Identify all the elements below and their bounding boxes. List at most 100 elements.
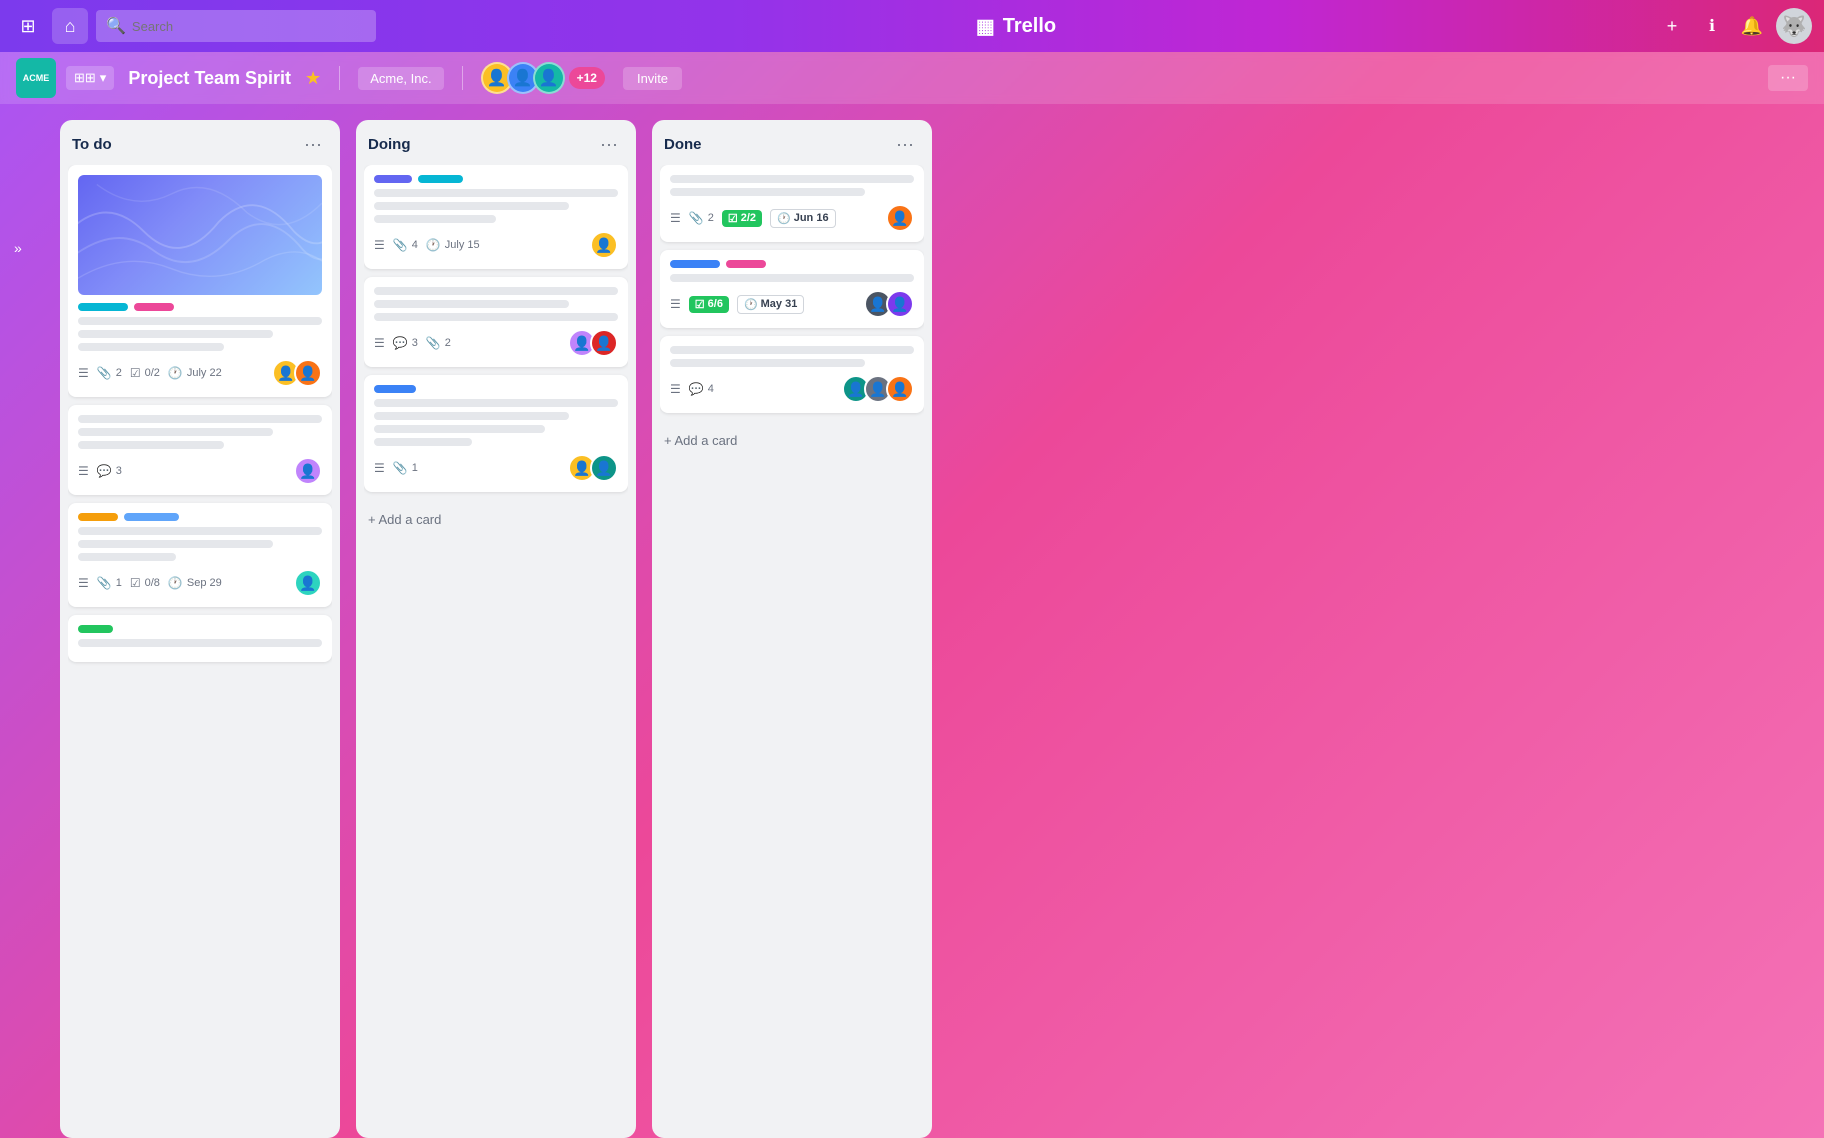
attachment-count: 1 <box>116 577 122 589</box>
card-text-4 <box>374 438 472 446</box>
card-meta-comment: 💬 3 <box>97 464 122 478</box>
table-row[interactable]: ☰ 📎 2 ☑ 0/2 🕐 July 22 <box>68 165 332 397</box>
search-bar[interactable]: 🔍 <box>96 10 376 42</box>
attachment-count: 4 <box>412 239 418 251</box>
badge-label: 2/2 <box>741 212 756 224</box>
table-row[interactable]: ☰ ☑ 6/6 🕐 May 31 👤 👤 <box>660 250 924 328</box>
card-meta-date: 🕐 July 22 <box>168 366 222 380</box>
card-meta-desc: ☰ <box>78 576 89 590</box>
card-cover <box>78 175 322 295</box>
list-menu-done[interactable]: ··· <box>890 132 920 157</box>
grid-icon[interactable]: ⊞ <box>12 10 44 42</box>
card-meta-date: 🕐 July 15 <box>426 238 480 252</box>
list-menu-doing[interactable]: ··· <box>594 132 624 157</box>
card-tags <box>78 625 322 633</box>
card-meta-desc: ☰ <box>670 211 681 225</box>
card-meta-desc: ☰ <box>670 382 681 396</box>
card-meta-attach: 📎 2 <box>97 366 122 380</box>
table-row[interactable]: ☰ 📎 4 🕐 July 15 👤 <box>364 165 628 269</box>
list-done: Done ··· ☰ 📎 2 <box>652 120 932 1138</box>
card-footer: ☰ 📎 1 ☑ 0/8 🕐 Sep 29 <box>78 569 322 597</box>
attachment-icon: 📎 <box>689 211 704 225</box>
add-card-done[interactable]: + Add a card <box>660 425 924 456</box>
card-footer: ☰ 💬 4 👤 👤 👤 <box>670 375 914 403</box>
table-row[interactable]: ☰ 💬 4 👤 👤 👤 <box>660 336 924 413</box>
table-row[interactable] <box>68 615 332 662</box>
card-text-3 <box>374 425 545 433</box>
badge-date: May 31 <box>761 298 798 310</box>
list-title-done: Done <box>664 136 702 153</box>
card-text-1 <box>374 287 618 295</box>
home-button[interactable]: ⌂ <box>52 8 88 44</box>
card-text-1 <box>670 274 914 282</box>
description-icon: ☰ <box>78 464 89 478</box>
card-date: July 22 <box>187 367 222 379</box>
table-row[interactable]: ☰ 💬 3 📎 2 👤 👤 <box>364 277 628 367</box>
board-title: Project Team Spirit <box>128 68 291 89</box>
card-avatars: 👤 👤 <box>568 454 618 482</box>
card-text-2 <box>374 412 569 420</box>
more-options-button[interactable]: ··· <box>1768 65 1808 91</box>
member-count-badge[interactable]: +12 <box>569 67 605 89</box>
notification-button[interactable]: 🔔 <box>1736 10 1768 42</box>
card-meta-desc: ☰ <box>78 366 89 380</box>
card-text-1 <box>78 415 322 423</box>
cards-doing: ☰ 📎 4 🕐 July 15 👤 <box>364 165 628 1126</box>
user-avatar[interactable]: 🐺 <box>1776 8 1812 44</box>
star-button[interactable]: ★ <box>305 68 321 89</box>
comment-count: 3 <box>116 465 122 477</box>
attachment-icon: 📎 <box>393 238 408 252</box>
card-meta-desc: ☰ <box>374 461 385 475</box>
card-date: July 15 <box>445 239 480 251</box>
table-row[interactable]: ☰ 📎 1 ☑ 0/8 🕐 Sep 29 <box>68 503 332 607</box>
workspace-badge[interactable]: ACME <box>16 58 56 98</box>
description-icon: ☰ <box>78 366 89 380</box>
list-menu-todo[interactable]: ··· <box>298 132 328 157</box>
card-text-1 <box>670 175 914 183</box>
table-row[interactable]: ☰ 💬 3 👤 <box>68 405 332 495</box>
tag-blue2 <box>124 513 179 521</box>
attachment-count: 2 <box>445 337 451 349</box>
card-date: Sep 29 <box>187 577 222 589</box>
card-avatars: 👤 <box>294 457 322 485</box>
card-meta-attach: 📎 1 <box>393 461 418 475</box>
description-icon: ☰ <box>374 461 385 475</box>
list-header-done: Done ··· <box>660 132 924 165</box>
tag-cyan <box>418 175 463 183</box>
card-tags <box>670 260 914 268</box>
workspace-name-button[interactable]: Acme, Inc. <box>358 67 443 90</box>
info-button[interactable]: ℹ <box>1696 10 1728 42</box>
add-button[interactable]: + <box>1656 10 1688 42</box>
description-icon: ☰ <box>670 382 681 396</box>
card-text-3 <box>78 553 176 561</box>
search-input[interactable] <box>132 19 366 34</box>
clock-icon: 🕐 <box>168 366 183 380</box>
member-avatar-3[interactable]: 👤 <box>533 62 565 94</box>
card-text-3 <box>374 215 496 223</box>
board-header: ACME ⊞⊞ ▾ Project Team Spirit ★ Acme, In… <box>0 52 1824 104</box>
table-row[interactable]: ☰ 📎 2 ☑ 2/2 🕐 Jun 16 <box>660 165 924 242</box>
trello-logo-icon: ▦ <box>976 14 995 39</box>
description-icon: ☰ <box>670 211 681 225</box>
search-icon: 🔍 <box>106 16 126 36</box>
member-avatars: 👤 👤 👤 +12 <box>481 62 605 94</box>
table-row[interactable]: ☰ 📎 1 👤 👤 <box>364 375 628 492</box>
sidebar-toggle[interactable]: » <box>8 234 28 262</box>
board-dropdown[interactable]: ⊞⊞ ▾ <box>66 66 114 90</box>
clock-icon: 🕐 <box>426 238 441 252</box>
card-footer: ☰ 📎 1 👤 👤 <box>374 454 618 482</box>
description-icon: ☰ <box>670 297 681 311</box>
tag-green <box>78 625 113 633</box>
card-tags <box>374 175 618 183</box>
invite-button[interactable]: Invite <box>623 67 682 90</box>
card-meta-check: ☑ 0/2 <box>130 366 160 380</box>
card-tags <box>374 385 618 393</box>
dropdown-icon: ▾ <box>100 70 107 86</box>
list-todo: To do ··· <box>60 120 340 1138</box>
card-text-2 <box>670 188 865 196</box>
tag-blue <box>374 385 416 393</box>
attachment-icon: 📎 <box>97 576 112 590</box>
card-avatars: 👤 <box>886 204 914 232</box>
add-card-doing[interactable]: + Add a card <box>364 504 628 535</box>
card-text-2 <box>670 359 865 367</box>
